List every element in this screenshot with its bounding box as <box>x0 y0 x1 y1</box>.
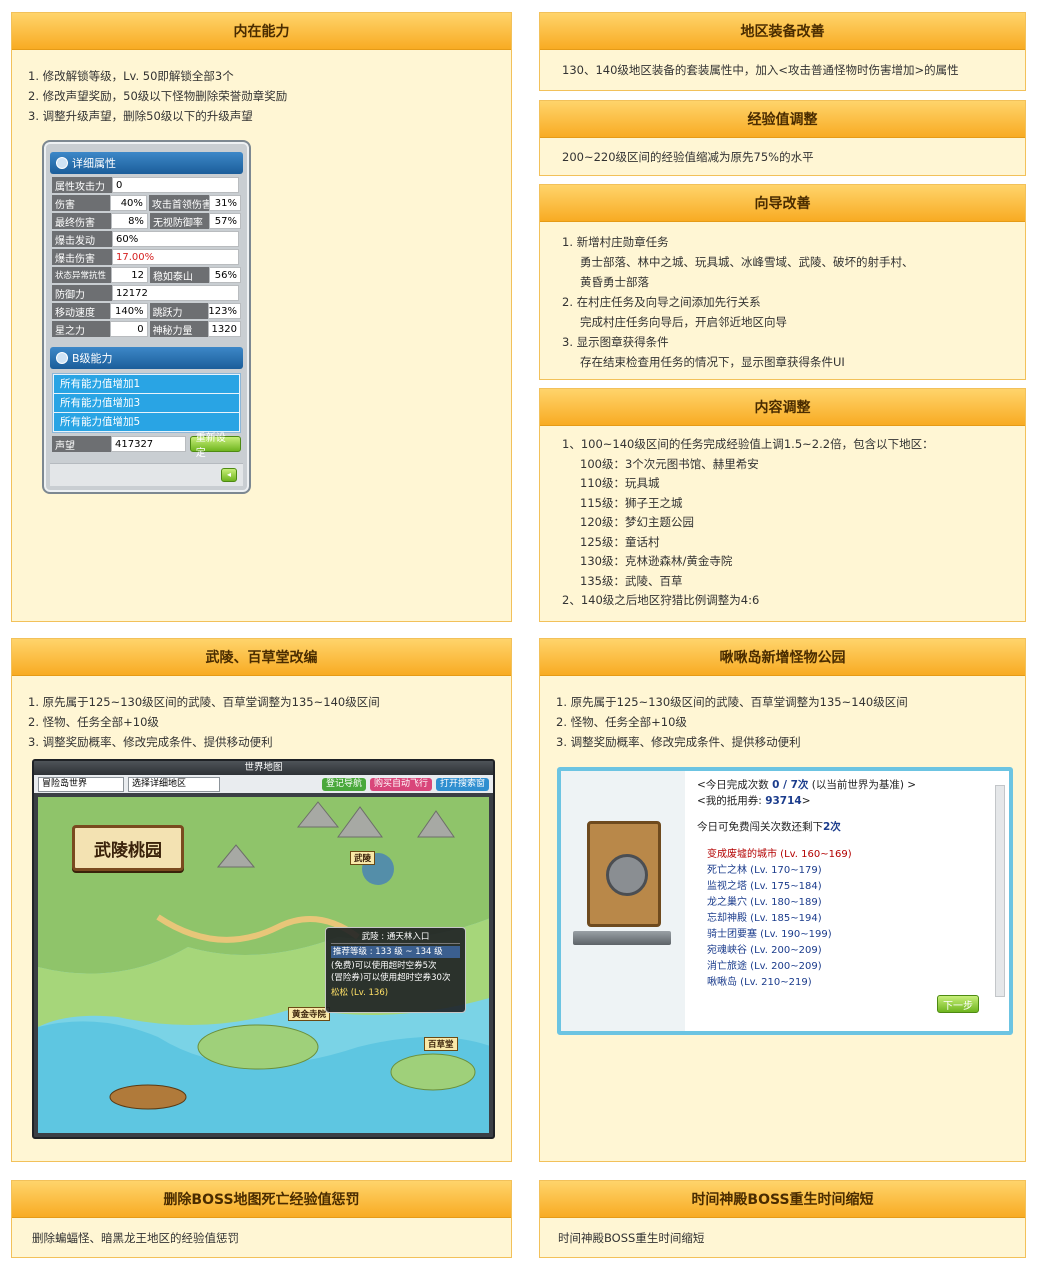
map-label-baicao[interactable]: 百草堂 <box>424 1037 458 1051</box>
stat-row: 爆击发动 60% <box>52 231 241 247</box>
region-sign: 武陵桃园 <box>72 825 184 871</box>
monster-park-list: 1. 原先属于125~130级区间的武陵、百草堂调整为135~140级区间 2.… <box>556 692 1009 752</box>
lock-icon <box>606 854 648 896</box>
stats-header: 详细属性 <box>50 152 243 174</box>
stat-row: 星之力 0 神秘力量 1320 <box>52 321 241 337</box>
list-item: 2. 怪物、任务全部+10级 <box>556 715 687 729</box>
panel-title: 向导改善 <box>540 185 1025 222</box>
stat-row: 爆击伤害 17.00% <box>52 249 241 265</box>
list-item: 1. 原先属于125~130级区间的武陵、百草堂调整为135~140级区间 <box>28 695 380 709</box>
ability-list: 所有能力值增加1 所有能力值增加3 所有能力值增加5 <box>52 373 241 433</box>
list-item: 3. 调整奖励概率、修改完成条件、提供移动便利 <box>28 735 273 749</box>
dungeon-list: 变成废墟的城市 (Lv. 160~169) 死亡之林 (Lv. 170~179)… <box>697 847 985 991</box>
panel-title: 内容调整 <box>540 389 1025 426</box>
dungeon-item[interactable]: 死亡之林 (Lv. 170~179) <box>697 863 985 879</box>
dungeon-item[interactable]: 监视之塔 (Lv. 175~184) <box>697 879 985 895</box>
content-list: 1、100~140级区间的任务完成经验值上调1.5~2.2倍，包含以下地区： 1… <box>562 437 934 607</box>
list-item: 2. 修改声望奖励，50级以下怪物删除荣誉勋章奖励 <box>28 89 288 103</box>
region-select[interactable]: 选择详细地区 <box>128 776 220 792</box>
panel-region-equip: 地区装备改善 130、140级地区装备的套装属性中，加入<攻击普通怪物时伤害增加… <box>539 12 1026 91</box>
list-item: 2. 怪物、任务全部+10级 <box>28 715 159 729</box>
list-item: 3. 调整升级声望，删除50级以下的升级声望 <box>28 109 253 123</box>
ability-header: B级能力 <box>50 347 243 369</box>
fame-row: 声望 417327 重新设定 <box>52 433 241 459</box>
inner-ability-list: 1. 修改解锁等级，Lv. 50即解锁全部3个 2. 修改声望奖励，50级以下怪… <box>28 66 495 126</box>
list-item: 1. 原先属于125~130级区间的武陵、百草堂调整为135~140级区间 <box>556 695 908 709</box>
stat-row: 最终伤害 8% 无视防御率 57% <box>52 213 241 229</box>
panel-text: 删除蝙蝠怪、暗黑龙王地区的经验值惩罚 <box>32 1231 239 1245</box>
stat-row: 属性攻击力 0 <box>52 177 241 193</box>
stat-row: 移动速度 140% 跳跃力 123% <box>52 303 241 319</box>
buy-autofly-button[interactable]: 购买自动飞行 <box>369 777 432 791</box>
expand-icon[interactable] <box>56 157 68 169</box>
today-count: <今日完成次数 0 / 7次 (以当前世界为基准) > <box>697 779 917 791</box>
free-remaining: 今日可免费闯关次数还剩下2次 <box>697 821 841 833</box>
register-nav-button[interactable]: 登记导航 <box>321 777 366 791</box>
panel-text: 130、140级地区装备的套装属性中，加入<攻击普通怪物时伤害增加>的属性 <box>562 63 959 77</box>
reset-button[interactable]: 重新设定 <box>189 433 241 459</box>
guide-list: 1. 新增村庄勋章任务 勇士部落、林中之城、玩具城、冰峰雪域、武陵、破坏的射手村… <box>562 235 914 369</box>
stat-row: 伤害 40% 攻击首领伤害 31% <box>52 195 241 211</box>
panel-time-temple: 时间神殿BOSS重生时间缩短 时间神殿BOSS重生时间缩短 <box>539 1180 1026 1258</box>
ability-item: 所有能力值增加1 <box>54 375 239 393</box>
panel-title: 时间神殿BOSS重生时间缩短 <box>540 1181 1025 1218</box>
panel-title: 武陵、百草堂改编 <box>12 639 511 676</box>
next-button[interactable]: 下一步 <box>937 995 979 1013</box>
expand-icon[interactable] <box>56 352 68 364</box>
panel-exp-adjust: 经验值调整 200~220级区间的经验值缩减为原先75%的水平 <box>539 100 1026 176</box>
open-search-button[interactable]: 打开搜索窗 <box>435 777 489 791</box>
ticket-count: <我的抵用券: 93714> <box>697 795 811 807</box>
dungeon-info: <今日完成次数 0 / 7次 (以当前世界为基准) > <我的抵用券: 9371… <box>687 771 995 1031</box>
panel-title: 啾啾岛新增怪物公园 <box>540 639 1025 676</box>
stats-footer: ◂ <box>50 463 243 486</box>
world-select[interactable]: 冒险岛世界 <box>38 776 124 792</box>
dungeon-item[interactable]: 啾啾岛 (Lv. 210~219) <box>697 975 985 991</box>
wuling-list: 1. 原先属于125~130级区间的武陵、百草堂调整为135~140级区间 2.… <box>28 692 495 752</box>
list-item: 1. 修改解锁等级，Lv. 50即解锁全部3个 <box>28 69 234 83</box>
dungeon-item[interactable]: 消亡旅途 (Lv. 200~209) <box>697 959 985 975</box>
dungeon-item[interactable]: 龙之巢穴 (Lv. 180~189) <box>697 895 985 911</box>
stat-row: 状态异常抗性 12 稳如泰山 56% <box>52 267 241 283</box>
map-label-golden-temple[interactable]: 黄金寺院 <box>288 1007 331 1021</box>
detailed-stats-window: 详细属性 属性攻击力 0 伤害 40% 攻击首领伤害 31% 最终伤害 8% 无… <box>42 140 251 494</box>
map-toolbar: 冒险岛世界 选择详细地区 登记导航 购买自动飞行 打开搜索窗 <box>34 775 493 793</box>
panel-title: 删除BOSS地图死亡经验值惩罚 <box>12 1181 511 1218</box>
scrollbar[interactable] <box>995 785 1005 997</box>
map-label-wuling[interactable]: 武陵 <box>350 851 376 865</box>
dungeon-item[interactable]: 宛魂峡谷 (Lv. 200~209) <box>697 943 985 959</box>
collapse-icon[interactable]: ◂ <box>221 468 237 482</box>
stat-row: 防御力 12172 <box>52 285 241 301</box>
map-tooltip: 武陵 : 通天林入口 推荐等级 : 133 级 ~ 134 级 (免费)可以使用… <box>325 927 466 1013</box>
map-canvas[interactable]: 武陵桃园 武陵 黄金寺院 百草堂 武陵 : 通天林入口 推荐等级 : 133 级… <box>38 797 489 1133</box>
panel-guide: 向导改善 1. 新增村庄勋章任务 勇士部落、林中之城、玩具城、冰峰雪域、武陵、破… <box>539 184 1026 380</box>
world-map-window: 世界地图 冒险岛世界 选择详细地区 登记导航 购买自动飞行 打开搜索窗 武陵桃园… <box>32 759 495 1139</box>
dungeon-item[interactable]: 骑士团要塞 (Lv. 190~199) <box>697 927 985 943</box>
monster-park-window: <今日完成次数 0 / 7次 (以当前世界为基准) > <我的抵用券: 9371… <box>557 767 1013 1035</box>
door-slider[interactable] <box>573 931 671 945</box>
npc-label: 松松 (Lv. 136) <box>331 988 389 998</box>
panel-text: 时间神殿BOSS重生时间缩短 <box>558 1231 705 1245</box>
panel-title: 地区装备改善 <box>540 13 1025 50</box>
panel-title: 经验值调整 <box>540 101 1025 138</box>
dungeon-item[interactable]: 忘却神殿 (Lv. 185~194) <box>697 911 985 927</box>
ability-item: 所有能力值增加3 <box>54 394 239 412</box>
dungeon-item[interactable]: 变成废墟的城市 (Lv. 160~169) <box>697 847 985 863</box>
panel-text: 200~220级区间的经验值缩减为原先75%的水平 <box>562 150 814 164</box>
panel-boss-death: 删除BOSS地图死亡经验值惩罚 删除蝙蝠怪、暗黑龙王地区的经验值惩罚 <box>11 1180 512 1258</box>
panel-title: 内在能力 <box>12 13 511 50</box>
panel-content-adjust: 内容调整 1、100~140级区间的任务完成经验值上调1.5~2.2倍，包含以下… <box>539 388 1026 622</box>
door-icon <box>587 821 661 927</box>
window-title: 世界地图 <box>34 761 493 775</box>
door-panel <box>561 771 685 1031</box>
list-item: 3. 调整奖励概率、修改完成条件、提供移动便利 <box>556 735 801 749</box>
